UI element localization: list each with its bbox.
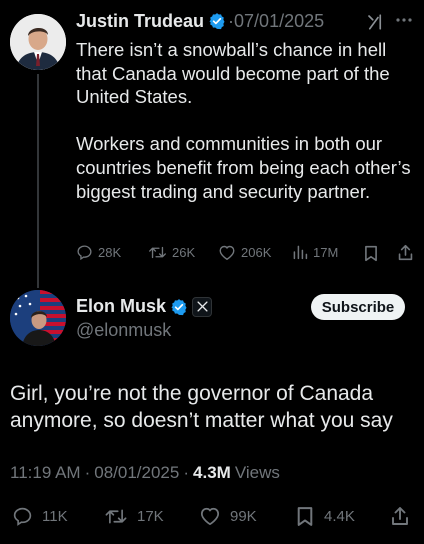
reply-count: 11K [42,508,68,525]
x-logo-icon[interactable] [192,296,213,317]
tweet-action-bar: 28K 26K 206K 17M [0,244,424,266]
like-button[interactable]: 206K [218,244,271,261]
tweet-header: Justin Trudeau · 07/01/2025 [76,9,324,33]
meta-separator: · [84,463,91,482]
like-count: 206K [241,245,272,260]
repost-icon [148,244,167,261]
like-icon [218,244,236,261]
share-icon [397,244,414,261]
repost-count: 17K [137,508,164,525]
grok-icon[interactable] [366,13,384,31]
share-icon [390,506,410,526]
tweet-date[interactable]: 07/01/2025 [234,11,324,32]
share-button[interactable] [390,506,410,526]
reply-button[interactable]: 28K [76,244,121,261]
bookmark-count: 4.4K [324,508,355,525]
bookmark-button[interactable]: 4.4K [296,506,355,527]
bookmark-button[interactable] [364,245,378,262]
views-button[interactable]: 17M [292,244,338,260]
avatar-musk-image [10,290,66,346]
repost-button[interactable]: 26K [148,244,195,261]
subscribe-button[interactable]: Subscribe [311,294,405,320]
bookmark-icon [364,245,378,262]
like-icon [199,506,221,526]
bookmark-icon [296,506,314,527]
reply-icon [76,244,93,261]
tweet-action-bar: 11K 17K 99K 4.4K [0,506,424,530]
avatar-trudeau-image [10,14,66,70]
tweet-metadata: 11:19 AM · 08/01/2025 · 4.3M Views [10,463,280,483]
tweet-text: Girl, you’re not the governor of Canada … [10,382,393,432]
verified-badge-icon[interactable] [208,12,226,30]
share-button[interactable] [397,244,414,261]
repost-count: 26K [172,245,196,260]
tweet-text: There isn’t a snowball’s chance in hell … [76,39,411,202]
like-button[interactable]: 99K [199,506,257,526]
views-count: 17M [313,244,339,260]
verified-badge-icon[interactable] [170,298,188,316]
views-icon [292,244,308,260]
tweet-header: Elon Musk [76,296,213,317]
like-count: 99K [230,507,257,525]
author-handle[interactable]: @elonmusk [76,320,171,341]
reply-icon [12,506,33,527]
repost-icon [104,506,128,527]
author-name[interactable]: Elon Musk [76,296,166,317]
reply-button[interactable]: 11K [12,506,68,527]
view-count: 4.3M [193,463,231,482]
reply-count: 28K [98,245,122,260]
avatar-musk[interactable] [10,290,66,346]
avatar-trudeau[interactable] [10,14,66,70]
tweet-date[interactable]: 08/01/2025 [94,463,179,483]
views-label: Views [234,463,280,482]
author-name[interactable]: Justin Trudeau [76,11,204,32]
repost-button[interactable]: 17K [104,506,164,527]
meta-separator: · [183,463,190,482]
tweet-time[interactable]: 11:19 AM [10,463,81,483]
more-icon[interactable] [396,17,412,23]
